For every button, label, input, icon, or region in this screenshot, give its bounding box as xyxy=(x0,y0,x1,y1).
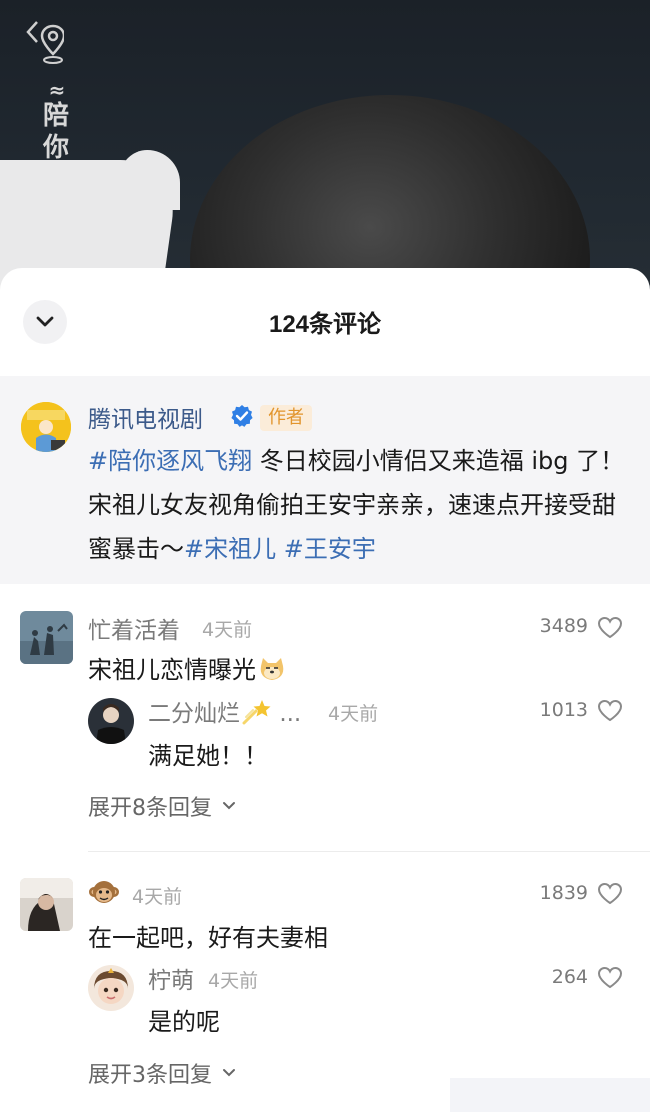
comment-text-content: 宋祖儿恋情曝光 xyxy=(88,656,256,684)
comment-time: 4天前 xyxy=(202,619,253,641)
brand-watermark: ≈ 陪你 xyxy=(42,78,69,163)
comment-sheet: 124条评论 腾讯电视剧 作者 #陪你逐风飞翔 冬日校园小情侣又来造福 ibg … xyxy=(0,268,650,1112)
shooting-star-emoji-icon xyxy=(242,700,271,725)
reply-like-count: 264 xyxy=(551,966,588,988)
reply-name[interactable]: 二分灿烂 ... xyxy=(148,694,301,728)
name-ellipsis: ... xyxy=(279,701,302,727)
author-name[interactable]: 腾讯电视剧 xyxy=(88,400,203,434)
commenter-avatar[interactable] xyxy=(20,611,73,664)
like-count: 3489 xyxy=(539,615,588,637)
author-avatar[interactable] xyxy=(21,402,71,452)
background-shape xyxy=(120,150,180,210)
comment-text: 在一起吧，好有夫妻相 xyxy=(88,924,328,952)
reply-text: 满足她！！ xyxy=(148,742,268,770)
heart-icon[interactable] xyxy=(597,699,623,723)
hashtag-link[interactable]: #王安宇 xyxy=(284,535,376,563)
heart-icon[interactable] xyxy=(597,882,623,906)
video-background: ≈ 陪你 xyxy=(0,0,650,300)
divider xyxy=(88,851,650,852)
monkey-emoji-icon[interactable] xyxy=(88,877,120,909)
reply-time: 4天前 xyxy=(328,703,379,725)
commenter-name[interactable]: 忙着活着 xyxy=(88,611,180,645)
author-post-text: #陪你逐风飞翔 冬日校园小情侣又来造福 ibg 了！宋祖儿女友视角偷拍王安宇亲亲… xyxy=(88,439,633,571)
heart-icon[interactable] xyxy=(597,616,623,640)
reply-like-count: 1013 xyxy=(539,699,588,721)
chevron-down-icon xyxy=(223,1069,235,1077)
reply-avatar[interactable] xyxy=(88,965,134,1011)
commenter-avatar[interactable] xyxy=(20,878,73,931)
verified-badge-icon xyxy=(231,405,253,427)
reply-name-text: 二分灿烂 xyxy=(148,701,240,727)
like-count: 1839 xyxy=(539,882,588,904)
hashtag-link[interactable]: #陪你逐风飞翔 xyxy=(88,447,252,475)
doge-emoji-icon xyxy=(260,658,284,680)
reply-time: 4天前 xyxy=(208,970,259,992)
reply-text: 是的呢 xyxy=(148,1008,220,1036)
comment-text: 宋祖儿恋情曝光 xyxy=(88,650,286,685)
comment-count-title: 124条评论 xyxy=(268,311,382,338)
expand-replies-button[interactable]: 展开3条回复 xyxy=(88,1057,236,1089)
reply-avatar[interactable] xyxy=(88,698,134,744)
heart-icon[interactable] xyxy=(597,966,623,990)
chevron-down-icon xyxy=(223,802,235,810)
sheet-header: 124条评论 xyxy=(0,268,650,376)
author-tag: 作者 xyxy=(260,405,312,431)
expand-replies-label: 展开3条回复 xyxy=(88,1063,212,1088)
reply-name[interactable]: 柠萌 xyxy=(148,961,194,995)
expand-replies-button[interactable]: 展开8条回复 xyxy=(88,790,236,822)
back-location-icon[interactable] xyxy=(24,16,64,66)
hashtag-link[interactable]: #宋祖儿 xyxy=(184,535,276,563)
brand-text: 陪你 xyxy=(42,101,69,163)
input-bar-edge xyxy=(450,1078,650,1112)
expand-replies-label: 展开8条回复 xyxy=(88,796,212,821)
comment-time: 4天前 xyxy=(132,886,183,908)
author-post: 腾讯电视剧 作者 #陪你逐风飞翔 冬日校园小情侣又来造福 ibg 了！宋祖儿女友… xyxy=(0,376,650,584)
